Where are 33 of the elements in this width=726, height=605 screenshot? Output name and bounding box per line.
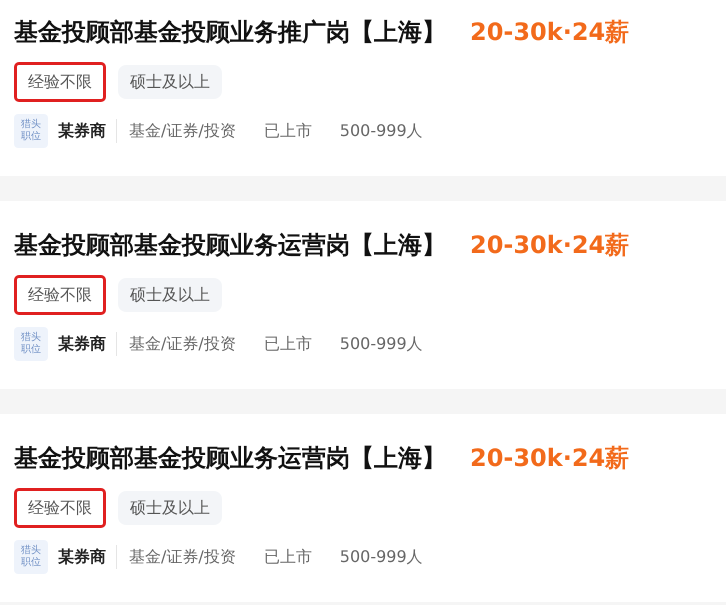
company-detail: 已上市 [264, 546, 312, 568]
logo-text: 职位 [21, 344, 41, 356]
tag: 硕士及以上 [118, 65, 222, 99]
tag: 硕士及以上 [118, 491, 222, 525]
tag: 经验不限 [14, 488, 106, 528]
logo-text: 猎头 [21, 332, 41, 344]
company-detail: 基金/证券/投资 [129, 546, 236, 568]
job-title: 基金投顾部基金投顾业务推广岗【上海】 [14, 17, 446, 48]
tag: 经验不限 [14, 62, 106, 102]
logo-text: 职位 [21, 557, 41, 569]
logo-text: 猎头 [21, 545, 41, 557]
company-detail: 基金/证券/投资 [129, 333, 236, 355]
salary: 20-30k·24薪 [470, 230, 630, 261]
company-detail: 500-999人 [340, 120, 423, 142]
company-name[interactable]: 某券商 [58, 545, 117, 569]
company-detail: 已上市 [264, 120, 312, 142]
salary: 20-30k·24薪 [470, 17, 630, 48]
job-card[interactable]: 基金投顾部基金投顾业务运营岗【上海】 20-30k·24薪 经验不限 硕士及以上 猎头 职位 某券商 基金/证券/投资 已上市 500-999人 [0, 201, 726, 389]
company-name[interactable]: 某券商 [58, 119, 117, 143]
tag: 硕士及以上 [118, 278, 222, 312]
job-title: 基金投顾部基金投顾业务运营岗【上海】 [14, 230, 446, 261]
company-detail: 500-999人 [340, 333, 423, 355]
salary: 20-30k·24薪 [470, 443, 630, 474]
logo-text: 职位 [21, 131, 41, 143]
job-card[interactable]: 基金投顾部基金投顾业务推广岗【上海】 20-30k·24薪 经验不限 硕士及以上 猎头 职位 某券商 基金/证券/投资 已上市 500-999人 [0, 0, 726, 176]
company-detail: 500-999人 [340, 546, 423, 568]
tag: 经验不限 [14, 275, 106, 315]
company-detail: 已上市 [264, 333, 312, 355]
job-title: 基金投顾部基金投顾业务运营岗【上海】 [14, 443, 446, 474]
logo-text: 猎头 [21, 119, 41, 131]
company-detail: 基金/证券/投资 [129, 120, 236, 142]
company-name[interactable]: 某券商 [58, 332, 117, 356]
job-card[interactable]: 基金投顾部基金投顾业务运营岗【上海】 20-30k·24薪 经验不限 硕士及以上 猎头 职位 某券商 基金/证券/投资 已上市 500-999人 [0, 414, 726, 602]
